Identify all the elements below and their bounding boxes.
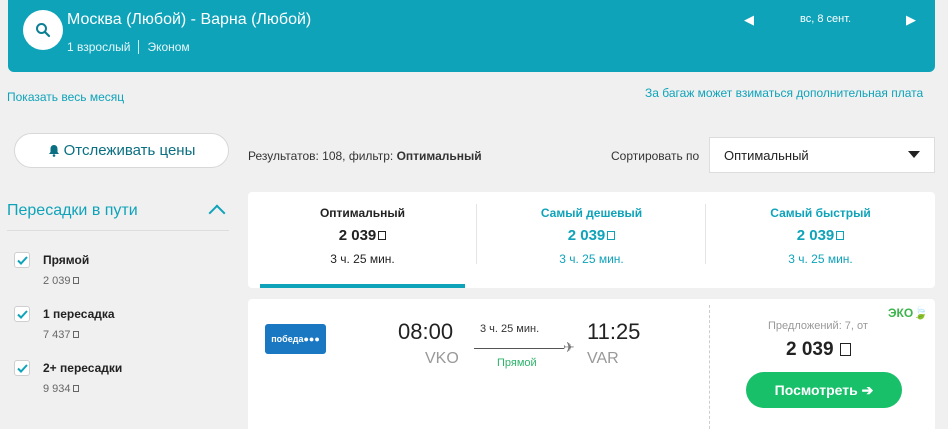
tab-optimal[interactable]: Оптимальный 2 039 3 ч. 25 мин. (248, 192, 477, 288)
filter-option-label[interactable]: Прямой (43, 253, 89, 267)
baggage-note-link[interactable]: За багаж может взиматься дополнительная … (645, 86, 923, 100)
ruble-icon (836, 231, 845, 240)
tab-price: 2 039 (477, 227, 706, 244)
tab-cheapest[interactable]: Самый дешевый 2 039 3 ч. 25 мин. (477, 192, 706, 288)
tab-price: 2 039 (248, 227, 477, 244)
filter-option-price: 2 039 (43, 275, 79, 287)
checkmark-icon (16, 309, 28, 319)
filter-option-price: 7 437 (43, 329, 79, 341)
results-filter: Оптимальный (396, 149, 482, 163)
flight-price: 2 039 (786, 339, 851, 361)
transfers-filter-title[interactable]: Пересадки в пути (7, 202, 138, 220)
ruble-icon (72, 331, 79, 338)
eco-badge: ЭКО🍃 (888, 306, 929, 320)
results-summary: Результатов: 108, фильтр: Оптимальный (248, 149, 482, 163)
ruble-icon (378, 231, 387, 240)
stops-label: Прямой (497, 357, 537, 369)
track-prices-label: Отслеживать цены (63, 142, 196, 159)
one-stop-checkbox[interactable] (14, 306, 30, 322)
arrival-time: 11:25 (587, 319, 641, 344)
sort-dropdown[interactable]: Оптимальный (709, 137, 935, 173)
route-title[interactable]: Москва (Любой) - Варна (Любой) (67, 11, 311, 29)
offers-count: Предложений: 7, от (768, 320, 868, 332)
next-date-arrow-icon[interactable]: ▶ (906, 12, 916, 28)
sort-label: Сортировать по (611, 149, 700, 163)
divider (7, 230, 229, 231)
search-params[interactable]: 1 взрослый Эконом (67, 40, 190, 54)
search-icon (36, 23, 51, 38)
tab-duration: 3 ч. 25 мин. (559, 252, 624, 266)
checkmark-icon (16, 363, 28, 373)
chevron-up-icon[interactable] (208, 204, 226, 222)
search-button[interactable] (23, 10, 63, 50)
ruble-icon (72, 385, 79, 392)
flight-duration: 3 ч. 25 мин. (480, 323, 540, 335)
airline-logo: победа ●●● (265, 324, 326, 354)
selected-date[interactable]: вс, 8 сент. (800, 13, 851, 25)
prev-date-arrow-icon[interactable]: ◀ (744, 12, 754, 28)
cabin-class: Эконом (147, 40, 190, 54)
view-flight-button[interactable]: Посмотреть ➔ (746, 372, 902, 408)
sort-tabs: Оптимальный 2 039 3 ч. 25 мин. Самый деш… (248, 192, 935, 288)
ruble-icon (72, 277, 79, 284)
show-month-link[interactable]: Показать весь месяц (7, 90, 124, 104)
caret-down-icon (908, 151, 920, 158)
tab-title: Оптимальный (319, 206, 406, 220)
tab-title: Самый быстрый (770, 206, 871, 220)
bell-icon (48, 145, 59, 157)
ruble-icon (839, 343, 851, 356)
results-count: Результатов: 108, фильтр: (248, 149, 397, 163)
filter-option-price: 9 934 (43, 383, 79, 395)
airplane-icon: ✈ (563, 339, 575, 355)
sort-value: Оптимальный (724, 147, 809, 163)
tab-duration: 3 ч. 25 мин. (788, 252, 853, 266)
separator (138, 40, 140, 54)
passengers-count: 1 взрослый (67, 40, 131, 54)
arrival-airport: VAR (587, 350, 619, 367)
two-plus-stops-checkbox[interactable] (14, 360, 30, 376)
flight-card[interactable]: победа ●●● 08:00 VKO 3 ч. 25 мин. ✈ Прямо… (248, 299, 935, 429)
tab-price: 2 039 (706, 227, 935, 244)
leaf-icon: 🍃 (913, 306, 929, 320)
ruble-icon (607, 231, 616, 240)
active-tab-indicator (260, 284, 465, 288)
tab-duration: 3 ч. 25 мин. (330, 252, 395, 266)
divider (709, 305, 710, 429)
route-line (474, 348, 564, 349)
tab-fastest[interactable]: Самый быстрый 2 039 3 ч. 25 мин. (706, 192, 935, 288)
search-header: Москва (Любой) - Варна (Любой) 1 взрослы… (8, 0, 935, 72)
filter-option-label[interactable]: 2+ пересадки (43, 361, 122, 375)
departure-airport: VKO (425, 350, 459, 367)
tab-title: Самый дешевый (540, 206, 643, 220)
checkmark-icon (16, 255, 28, 265)
departure-time: 08:00 (398, 319, 454, 344)
filter-option-label[interactable]: 1 пересадка (43, 307, 115, 321)
track-prices-button[interactable]: Отслеживать цены (14, 133, 229, 168)
direct-checkbox[interactable] (14, 252, 30, 268)
